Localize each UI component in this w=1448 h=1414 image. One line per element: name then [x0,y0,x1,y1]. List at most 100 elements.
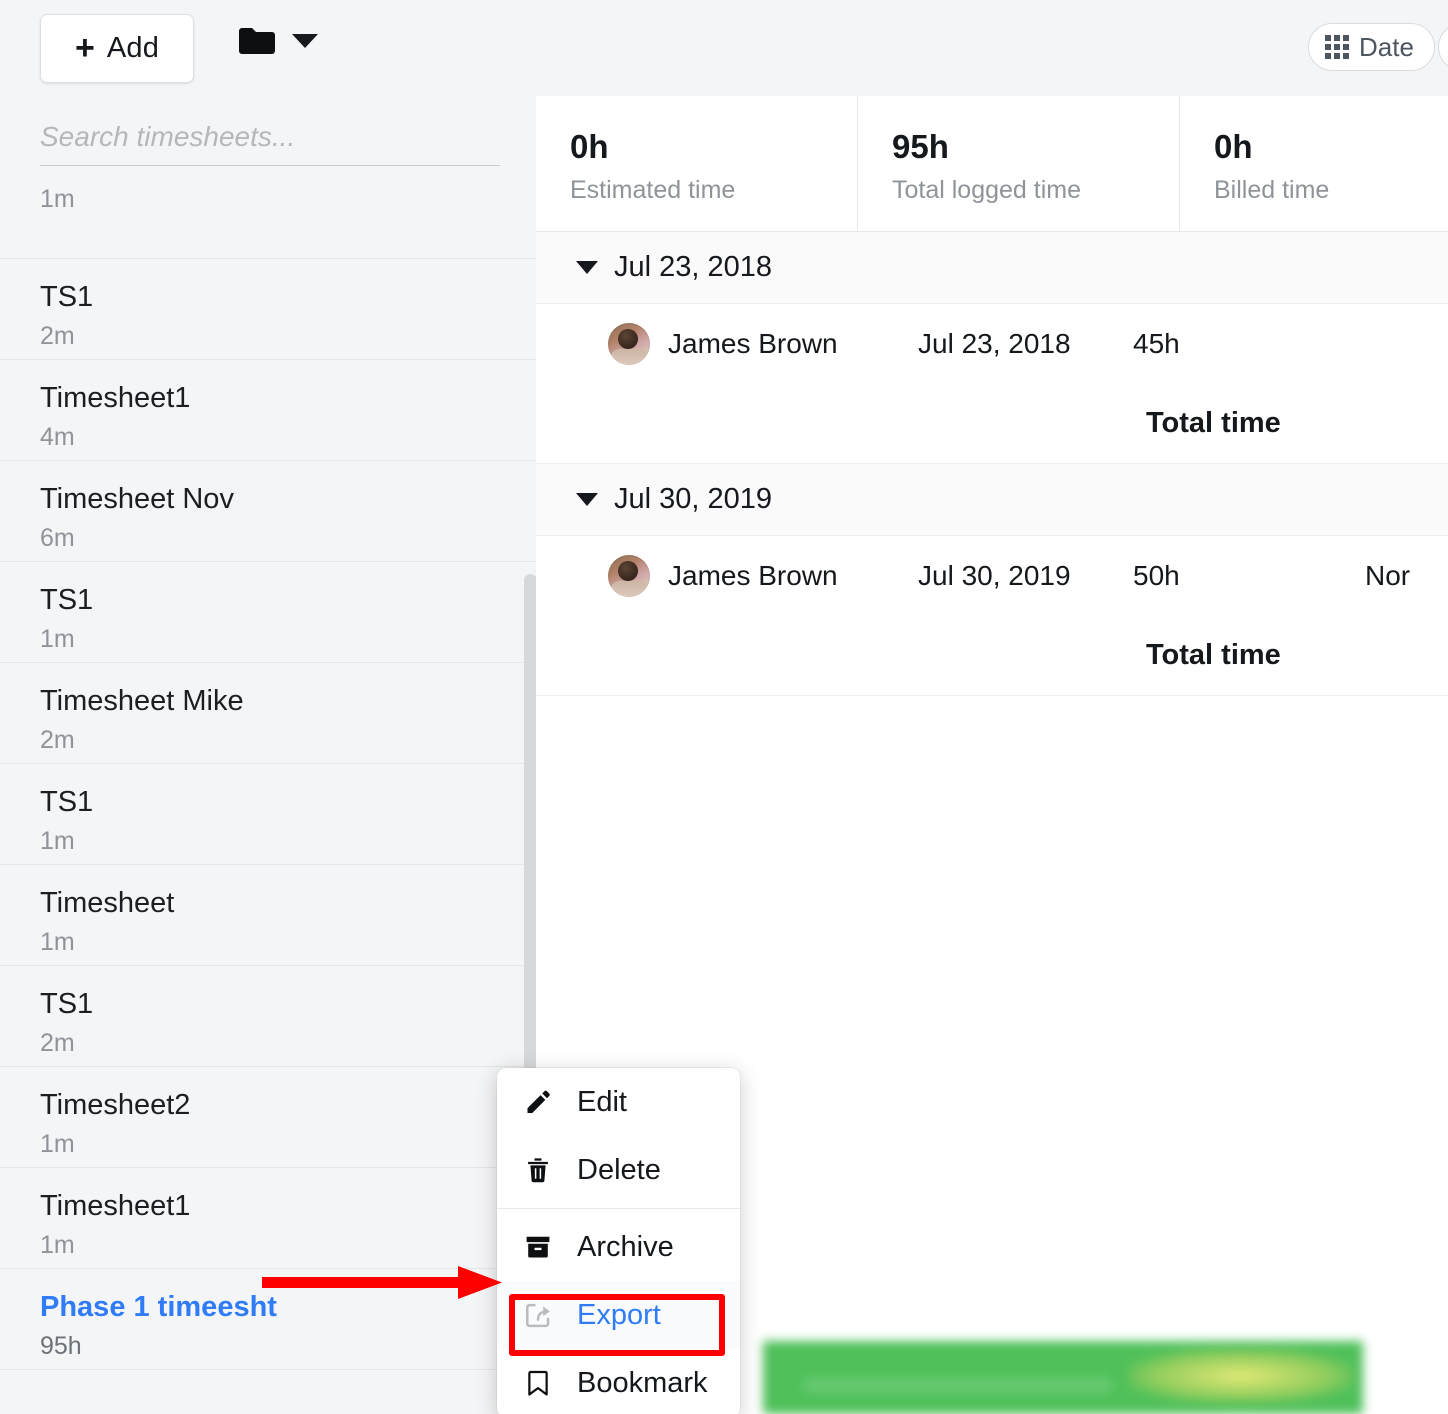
stat-label: Billed time [1214,176,1448,205]
entry-user-cell: James Brown [608,323,918,365]
timesheet-item-title: Timesheet1 [40,380,496,416]
timesheet-item-duration: 1m [40,1130,496,1159]
context-menu-item-archive[interactable]: Archive [497,1213,740,1281]
context-menu-item-bookmark[interactable]: Bookmark [497,1349,740,1414]
timesheet-list-item[interactable]: Timesheet 1m [0,865,536,966]
timesheet-list-item[interactable]: Timesheet Mike 2m [0,663,536,764]
timesheet-item-duration: 1m [40,827,496,856]
toolbar-overflow-button-1[interactable] [1438,23,1448,71]
avatar [608,555,650,597]
banner-spacer [740,1318,1448,1341]
group-date-label: Jul 30, 2019 [614,483,772,516]
app-root: + Add Date 1mTS12mTimesheet14mTimesheet … [0,0,1448,1414]
timesheet-item-duration: 95h [40,1332,496,1361]
summary-stat-card: 95h Total logged time [858,96,1180,231]
grid-icon [1325,35,1349,59]
timesheet-item-duration: 1m [40,1231,496,1260]
summary-stat-card: 0h Billed time [1180,96,1448,231]
avatar [608,323,650,365]
banner-highlight-glow [1128,1349,1353,1403]
timesheet-item-title: Timesheet Nov [40,481,496,517]
timesheet-list-item[interactable]: 1m [0,158,536,259]
context-menu: Edit Delete Archive [497,1068,740,1414]
timesheet-list-item[interactable]: Timesheet1 1m [0,1168,536,1269]
pencil-icon [521,1085,555,1119]
timesheet-item-duration: 2m [40,1029,496,1058]
folder-selector[interactable] [238,26,318,56]
timesheet-item-duration: 4m [40,423,496,452]
timesheet-item-title: TS1 [40,784,496,820]
group-total-row: Total time45h [536,384,1448,464]
context-menu-label: Edit [577,1086,627,1119]
entry-type: Nor [1365,560,1410,592]
timesheets-sidebar: 1mTS12mTimesheet14mTimesheet Nov6mTS11mT… [0,96,536,1414]
timesheet-item-duration: 1m [40,185,496,214]
stat-value: 0h [1214,128,1448,166]
timesheet-list-item[interactable]: Timesheet2 1m [0,1067,536,1168]
entry-hours: 50h [1133,560,1365,592]
share-export-icon [521,1298,555,1332]
timesheet-item-title: TS1 [40,582,496,618]
entry-date: Jul 30, 2019 [918,560,1133,592]
search-input[interactable] [40,114,500,166]
timesheet-item-duration: 1m [40,625,496,654]
timesheet-item-duration: 1m [40,928,496,957]
timesheet-item-title: TS1 [40,986,496,1022]
context-menu-item-delete[interactable]: Delete [497,1136,740,1204]
bookmark-icon [521,1366,555,1400]
timesheet-list-item[interactable]: TS12m [0,966,536,1067]
timesheet-item-duration: 6m [40,524,496,553]
time-entry-row[interactable]: James Brown Jul 30, 201950hNor [536,536,1448,616]
date-filter-button[interactable]: Date [1308,23,1435,71]
stat-label: Estimated time [570,176,857,205]
timesheet-list-item[interactable]: TS11m [0,562,536,663]
stat-value: 0h [570,128,857,166]
context-menu-label: Delete [577,1154,661,1187]
time-entry-group-header[interactable]: Jul 23, 2018 [536,232,1448,304]
time-entry-row[interactable]: James Brown Jul 23, 201845h [536,304,1448,384]
group-date-label: Jul 23, 2018 [614,251,772,284]
context-menu-label: Export [577,1299,661,1332]
timesheet-item-duration: 2m [40,726,496,755]
timesheet-list-item[interactable]: Timesheet1 4m [0,360,536,461]
context-menu-item-export[interactable]: Export [497,1281,740,1349]
context-menu-divider [497,1208,740,1209]
stat-value: 95h [892,128,1179,166]
entry-user-name: James Brown [668,560,838,592]
group-total-label: Total time [1146,407,1281,440]
timesheet-list: 1mTS12mTimesheet14mTimesheet Nov6mTS11mT… [0,158,536,1370]
timesheet-list-item[interactable]: Timesheet Nov 6m [0,461,536,562]
add-button-label: Add [107,32,159,65]
chevron-down-icon [576,493,598,506]
redacted-green-banner [763,1341,1363,1414]
summary-stats: 0h Estimated time 95h Total logged time 0h Bi… [536,96,1448,232]
entry-user-name: James Brown [668,328,838,360]
timesheet-item-title: TS1 [40,279,496,315]
timesheet-list-item[interactable]: TS11m [0,764,536,865]
context-menu-item-edit[interactable]: Edit [497,1068,740,1136]
group-total-row: Total time50h [536,616,1448,696]
archive-box-icon [521,1230,555,1264]
folder-icon [238,26,276,56]
timesheet-item-duration: 2m [40,322,496,351]
entry-hours: 45h [1133,328,1365,360]
entry-user-cell: James Brown [608,555,918,597]
context-menu-label: Archive [577,1231,674,1264]
group-total-label: Total time [1146,639,1281,672]
timesheet-item-title: Timesheet Mike [40,683,496,719]
timesheet-list-item[interactable]: TS12m [0,259,536,360]
plus-icon: + [75,31,95,65]
date-filter-label: Date [1359,32,1414,63]
timesheet-item-title: Timesheet2 [40,1087,496,1123]
entry-date: Jul 23, 2018 [918,328,1133,360]
timesheet-item-title: Timesheet1 [40,1188,496,1224]
summary-stat-card: 0h Estimated time [536,96,858,231]
time-entry-group-header[interactable]: Jul 30, 2019 [536,464,1448,536]
chevron-down-icon [292,34,318,48]
trash-icon [521,1153,555,1187]
timesheet-item-title: Timesheet [40,885,496,921]
banner-text-smear [803,1377,1113,1393]
context-menu-label: Bookmark [577,1367,708,1400]
stat-label: Total logged time [892,176,1179,205]
add-button[interactable]: + Add [40,14,194,83]
